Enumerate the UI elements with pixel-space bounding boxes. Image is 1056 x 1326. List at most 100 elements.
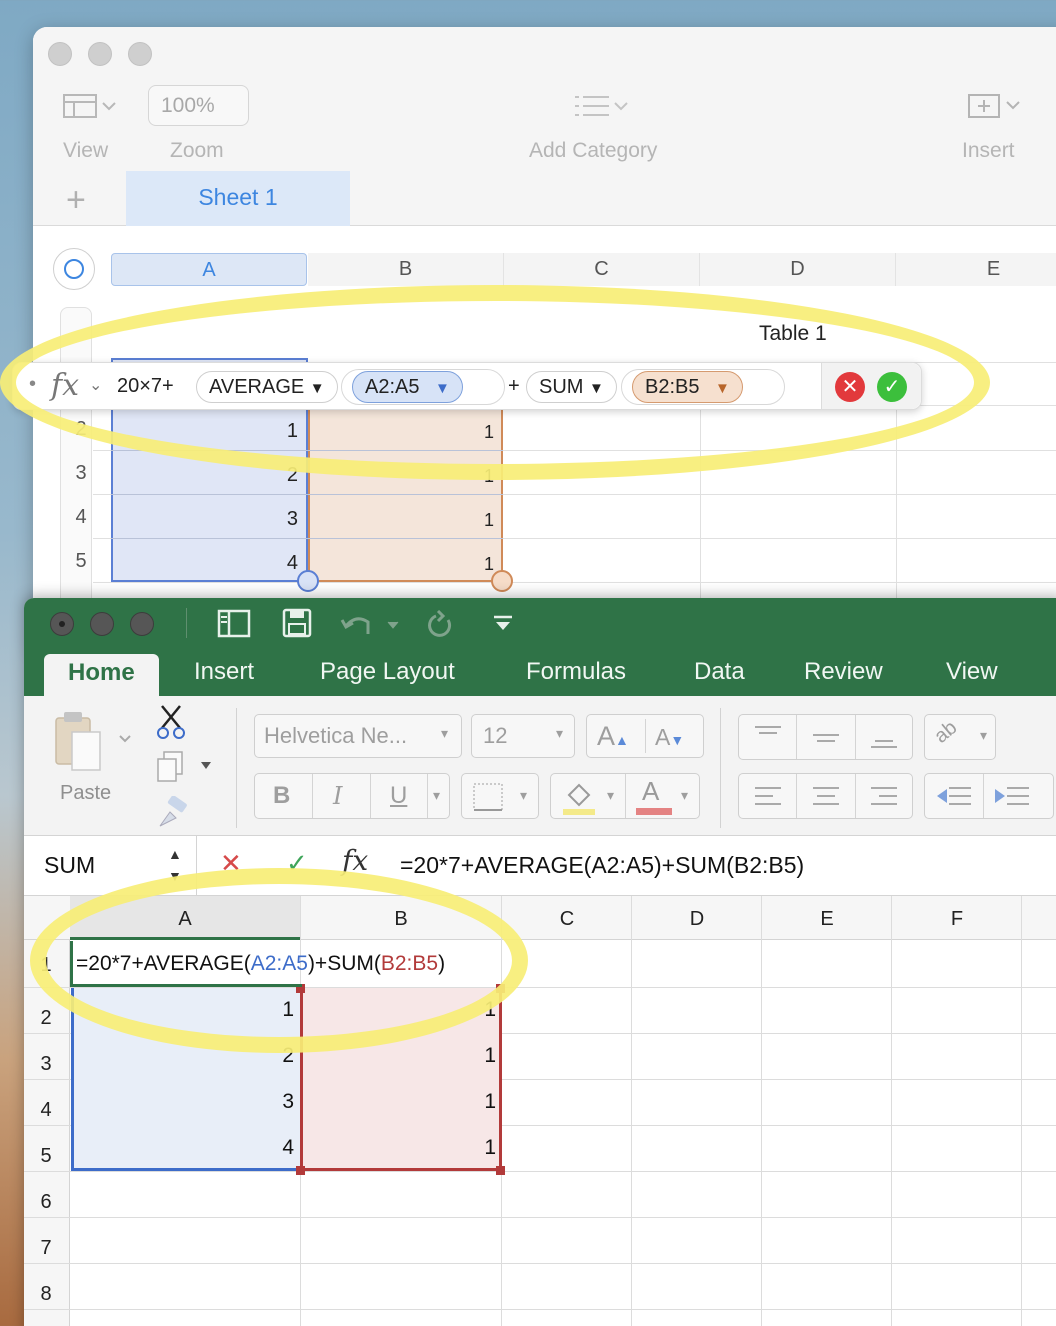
cell-b5[interactable]: 1 xyxy=(302,1136,496,1160)
function-token-average[interactable]: AVERAGE ▼ xyxy=(196,371,338,403)
function-token-sum[interactable]: SUM ▼ xyxy=(526,371,617,403)
underline-button[interactable]: U xyxy=(390,782,407,810)
redo-icon[interactable] xyxy=(426,610,456,640)
insert-function-button[interactable]: fx xyxy=(342,844,368,877)
range-handle[interactable] xyxy=(496,984,505,993)
row-number-5[interactable]: 5 xyxy=(69,550,93,573)
range-token-a2-a5[interactable]: A2:A5 ▼ xyxy=(352,371,463,403)
cell-b5[interactable]: 1 xyxy=(308,554,494,575)
tab-formulas[interactable]: Formulas xyxy=(526,658,626,686)
fx-label[interactable]: fx xyxy=(51,368,79,403)
chevron-down-icon[interactable]: ▾ xyxy=(681,787,688,804)
table-title[interactable]: Table 1 xyxy=(759,322,827,346)
format-painter-icon[interactable] xyxy=(156,796,192,830)
cell-b3[interactable]: 1 xyxy=(308,466,494,487)
cell-b2[interactable]: 1 xyxy=(308,422,494,443)
sidebar-toggle-icon[interactable] xyxy=(217,609,251,639)
chevron-down-icon[interactable]: ▾ xyxy=(607,787,614,804)
range-token-b2-b5[interactable]: B2:B5 ▼ xyxy=(632,371,743,403)
tab-data[interactable]: Data xyxy=(694,658,745,686)
row-number-2[interactable]: 2 xyxy=(69,418,93,441)
close-window-button[interactable] xyxy=(50,612,74,636)
cell-a4[interactable]: 3 xyxy=(111,508,298,531)
row-number-6[interactable]: 6 xyxy=(34,1191,58,1214)
column-header-b[interactable]: B xyxy=(308,253,504,286)
cancel-formula-button[interactable]: ✕ xyxy=(835,372,865,402)
insert-menu-button[interactable] xyxy=(967,91,1025,126)
drag-handle-icon[interactable]: • xyxy=(29,373,36,396)
italic-button[interactable]: I xyxy=(333,782,342,810)
numbers-formula-editor[interactable]: • fx ⌄ 20×7+ AVERAGE ▼ A2:A5 ▼ + SUM ▼ B… xyxy=(12,362,922,410)
font-color-button[interactable]: A xyxy=(636,776,672,816)
zoom-select[interactable]: 100% xyxy=(148,85,249,126)
chevron-down-icon[interactable]: ▾ xyxy=(433,787,440,804)
minimize-window-button[interactable] xyxy=(90,612,114,636)
tab-sheet-1[interactable]: Sheet 1 xyxy=(126,171,350,226)
customize-toolbar-icon[interactable] xyxy=(492,614,514,634)
enter-entry-icon[interactable]: ✓ xyxy=(286,848,308,879)
view-menu-button[interactable] xyxy=(63,93,119,124)
range-handle[interactable] xyxy=(296,1166,305,1175)
decrease-font-size-icon[interactable]: A▼ xyxy=(655,724,684,751)
align-center-icon[interactable] xyxy=(811,784,841,810)
select-table-button[interactable] xyxy=(53,248,95,290)
tab-insert[interactable]: Insert xyxy=(194,658,254,686)
column-header-f[interactable]: F xyxy=(892,898,1022,940)
chevron-down-icon[interactable]: ⌄ xyxy=(89,375,102,395)
align-left-icon[interactable] xyxy=(753,784,783,810)
column-header-c[interactable]: C xyxy=(504,253,700,286)
tab-home[interactable]: Home xyxy=(44,654,159,696)
close-window-button[interactable] xyxy=(48,42,72,66)
cancel-entry-icon[interactable]: ✕ xyxy=(220,848,242,879)
tab-page-layout[interactable]: Page Layout xyxy=(320,658,455,686)
cell-a5[interactable]: 4 xyxy=(72,1136,294,1160)
cell-a4[interactable]: 3 xyxy=(72,1090,294,1114)
cell-b2[interactable]: 1 xyxy=(302,998,496,1022)
row-number-3[interactable]: 3 xyxy=(34,1053,58,1076)
zoom-window-button[interactable] xyxy=(128,42,152,66)
minimize-window-button[interactable] xyxy=(88,42,112,66)
align-bottom-icon[interactable] xyxy=(869,723,899,751)
name-box[interactable]: SUM xyxy=(44,852,95,879)
orientation-button[interactable]: ab ▾ xyxy=(924,714,996,760)
cell-b4[interactable]: 1 xyxy=(308,510,494,531)
range-handle[interactable] xyxy=(496,1166,505,1175)
cell-a3[interactable]: 2 xyxy=(72,1044,294,1068)
borders-button[interactable]: ▾ xyxy=(461,773,539,819)
name-box-stepper-up-icon[interactable]: ▲ xyxy=(168,846,182,862)
tab-view[interactable]: View xyxy=(946,658,998,686)
cut-icon[interactable] xyxy=(156,704,188,740)
increase-indent-icon[interactable] xyxy=(993,784,1031,810)
row-number-3[interactable]: 3 xyxy=(69,462,93,485)
column-header-e[interactable]: E xyxy=(896,253,1056,286)
range-resize-handle[interactable] xyxy=(491,570,513,592)
paste-button[interactable] xyxy=(52,710,132,779)
copy-icon[interactable] xyxy=(156,750,216,784)
align-right-icon[interactable] xyxy=(869,784,899,810)
font-size-select[interactable]: 12 ▾ xyxy=(471,714,575,758)
font-name-select[interactable]: Helvetica Ne... ▾ xyxy=(254,714,462,758)
cell-a3[interactable]: 2 xyxy=(111,464,298,487)
row-number-2[interactable]: 2 xyxy=(34,1007,58,1030)
fill-color-icon[interactable] xyxy=(561,779,597,815)
add-category-button[interactable] xyxy=(573,93,633,124)
tab-review[interactable]: Review xyxy=(804,658,883,686)
column-header-c[interactable]: C xyxy=(502,898,632,940)
column-header-a[interactable]: A xyxy=(111,253,307,286)
row-number-8[interactable]: 8 xyxy=(34,1283,58,1306)
row-number-4[interactable]: 4 xyxy=(34,1099,58,1122)
name-box-stepper-down-icon[interactable]: ▼ xyxy=(168,868,182,884)
decrease-indent-icon[interactable] xyxy=(935,784,973,810)
formula-input[interactable]: =20*7+AVERAGE(A2:A5)+SUM(B2:B5) xyxy=(400,852,804,879)
row-number-7[interactable]: 7 xyxy=(34,1237,58,1260)
column-header-b[interactable]: B xyxy=(301,898,501,940)
undo-icon[interactable] xyxy=(340,612,400,638)
column-header-d[interactable]: D xyxy=(700,253,896,286)
column-header-d[interactable]: D xyxy=(632,898,762,940)
zoom-window-button[interactable] xyxy=(130,612,154,636)
row-number-5[interactable]: 5 xyxy=(34,1145,58,1168)
column-header-a[interactable]: A xyxy=(70,898,300,940)
cell-a5[interactable]: 4 xyxy=(111,552,298,575)
increase-font-size-icon[interactable]: A▲ xyxy=(597,721,629,752)
column-header-e[interactable]: E xyxy=(762,898,892,940)
